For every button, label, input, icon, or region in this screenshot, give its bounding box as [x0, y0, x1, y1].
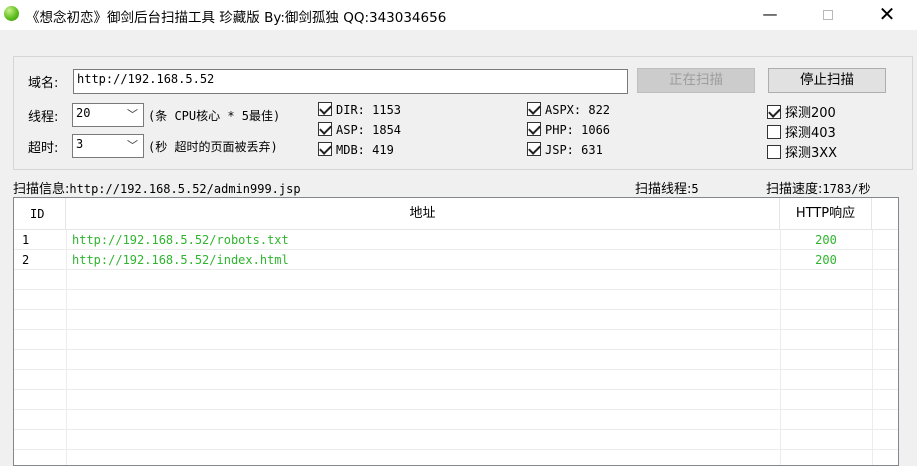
dict-aspx-checkbox[interactable]: ASPX: 822 [527, 102, 610, 117]
dict-mdb-checkbox[interactable]: MDB: 419 [318, 142, 394, 157]
threads-select[interactable]: 20 ﹀ [72, 103, 144, 127]
row-url: http://192.168.5.52/index.html [72, 253, 289, 267]
empty-row [14, 430, 898, 450]
app-icon [4, 6, 19, 21]
scan-threads-value: 5 [691, 182, 699, 196]
row-id: 2 [22, 253, 30, 267]
timeout-hint: (秒 超时的页面被丢弃) [148, 140, 278, 154]
domain-input[interactable]: http://192.168.5.52 [73, 69, 628, 94]
dict-asp-checkbox[interactable]: ASP: 1854 [318, 122, 401, 137]
timeout-value: 3 [76, 137, 84, 151]
window-title: 《想念初恋》御剑后台扫描工具 珍藏版 By:御剑孤独 QQ:343034656 [26, 10, 447, 26]
empty-row [14, 310, 898, 330]
timeout-select[interactable]: 3 ﹀ [72, 134, 144, 158]
settings-panel: 域名: http://192.168.5.52 正在扫描 停止扫描 线程: 20… [13, 56, 913, 170]
dict-asp-label: ASP: 1854 [336, 123, 402, 137]
column-header-http[interactable]: HTTP响应 [780, 198, 872, 230]
probe-200-checkbox[interactable]: 探测200 [767, 102, 836, 121]
checkbox-checked-icon [527, 102, 541, 116]
scan-speed-label: 扫描速度: [766, 182, 823, 197]
chevron-down-icon: ﹀ [127, 108, 138, 121]
dict-mdb-label: MDB: 419 [336, 143, 394, 157]
row-http-code: 200 [815, 253, 837, 267]
dict-jsp-label: JSP: 631 [545, 143, 603, 157]
scan-button[interactable]: 正在扫描 [637, 68, 755, 93]
checkbox-unchecked-icon [767, 125, 781, 139]
scan-info-value: http://192.168.5.52/admin999.jsp [69, 182, 301, 196]
threads-value: 20 [76, 106, 91, 120]
checkbox-checked-icon [527, 122, 541, 136]
checkbox-checked-icon [527, 142, 541, 156]
minimize-button[interactable]: — [747, 0, 793, 30]
dict-php-label: PHP: 1066 [545, 123, 611, 137]
empty-row [14, 350, 898, 370]
table-row[interactable]: 2 http://192.168.5.52/index.html 200 [14, 250, 898, 270]
empty-row [14, 390, 898, 410]
threads-label: 线程: [28, 110, 59, 125]
empty-row [14, 410, 898, 430]
empty-row [14, 450, 898, 465]
title-bar: 《想念初恋》御剑后台扫描工具 珍藏版 By:御剑孤独 QQ:343034656 … [0, 0, 917, 30]
dict-aspx-label: ASPX: 822 [545, 103, 611, 117]
scan-threads: 扫描线程:5 [635, 178, 699, 197]
timeout-label: 超时: [28, 141, 59, 156]
row-http-code: 200 [815, 233, 837, 247]
scan-threads-label: 扫描线程: [635, 182, 692, 197]
threads-hint: (条 CPU核心 * 5最佳) [148, 109, 281, 123]
checkbox-checked-icon [767, 105, 781, 119]
dict-dir-label: DIR: 1153 [336, 103, 402, 117]
results-table[interactable]: ID 地址 HTTP响应 1 http://192.168.5.52/robot… [13, 197, 899, 466]
scan-speed-value: 1783/秒 [822, 182, 871, 196]
probe-403-label: 探测403 [785, 126, 836, 141]
scan-speed: 扫描速度:1783/秒 [766, 178, 871, 197]
dict-dir-checkbox[interactable]: DIR: 1153 [318, 102, 401, 117]
scan-info: 扫描信息:http://192.168.5.52/admin999.jsp [13, 178, 301, 197]
column-header-id[interactable]: ID [14, 198, 66, 230]
checkbox-checked-icon [318, 142, 332, 156]
probe-200-label: 探测200 [785, 106, 836, 121]
column-header-filler [872, 198, 898, 230]
chevron-down-icon: ﹀ [127, 139, 138, 152]
probe-3xx-label: 探测3XX [785, 146, 838, 161]
dict-php-checkbox[interactable]: PHP: 1066 [527, 122, 610, 137]
table-header: ID 地址 HTTP响应 [14, 198, 898, 230]
maximize-button[interactable] [805, 0, 851, 30]
empty-row [14, 330, 898, 350]
checkbox-checked-icon [318, 122, 332, 136]
maximize-icon [823, 9, 833, 20]
row-id: 1 [22, 233, 30, 247]
stop-scan-button[interactable]: 停止扫描 [768, 68, 886, 93]
empty-row [14, 270, 898, 290]
domain-label: 域名: [28, 76, 59, 91]
table-row[interactable]: 1 http://192.168.5.52/robots.txt 200 [14, 230, 898, 250]
probe-3xx-checkbox[interactable]: 探测3XX [767, 142, 837, 161]
column-header-address[interactable]: 地址 [66, 198, 780, 230]
dict-jsp-checkbox[interactable]: JSP: 631 [527, 142, 603, 157]
probe-403-checkbox[interactable]: 探测403 [767, 122, 836, 141]
scan-info-label: 扫描信息: [13, 182, 70, 197]
empty-row [14, 370, 898, 390]
close-button[interactable]: ✕ [864, 0, 910, 30]
checkbox-unchecked-icon [767, 145, 781, 159]
row-url: http://192.168.5.52/robots.txt [72, 233, 289, 247]
empty-row [14, 290, 898, 310]
checkbox-checked-icon [318, 102, 332, 116]
